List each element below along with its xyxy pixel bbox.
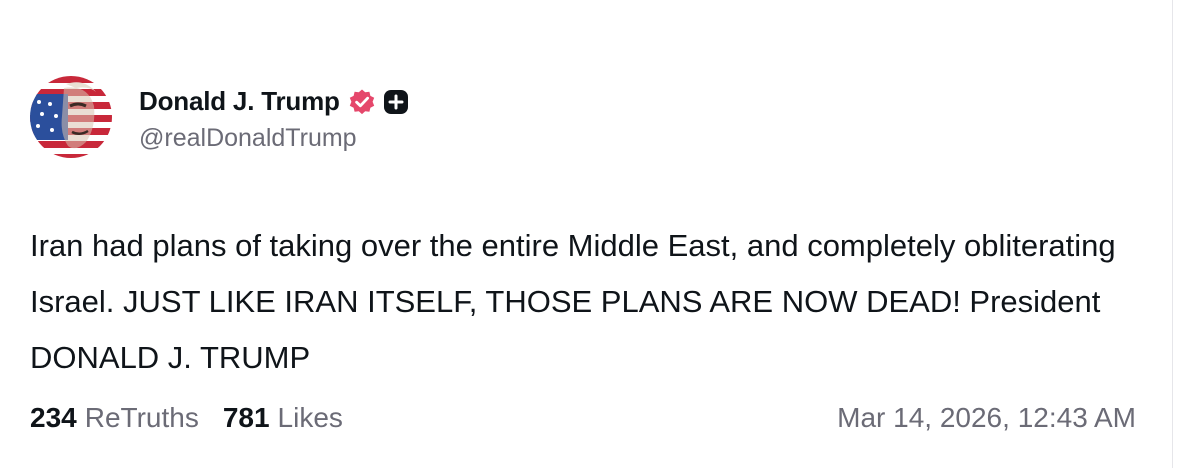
likes-count: 781: [222, 402, 270, 433]
verified-badge-icon: [348, 88, 376, 116]
author-display-name[interactable]: Donald J. Trump: [139, 86, 340, 117]
author-names: Donald J. Trump @realDonaldTrump: [139, 82, 410, 153]
post-footer: 234 ReTruths 781 Likes Mar 14, 2026, 12:…: [30, 396, 1136, 440]
retruths-label: ReTruths: [84, 402, 199, 433]
post-header: Donald J. Trump @realDonaldTrump: [30, 76, 410, 158]
retruths-stat[interactable]: 234 ReTruths: [30, 402, 199, 434]
post-stats: 234 ReTruths 781 Likes: [30, 402, 367, 434]
retruths-count: 234: [30, 402, 77, 433]
post-timestamp[interactable]: Mar 14, 2026, 12:43 AM: [837, 402, 1136, 434]
author-handle[interactable]: @realDonaldTrump: [139, 124, 410, 153]
likes-label: Likes: [277, 402, 343, 433]
avatar[interactable]: [30, 76, 112, 158]
name-row: Donald J. Trump: [139, 82, 410, 122]
post-body-text: Iran had plans of taking over the entire…: [30, 228, 1116, 375]
avatar-image: [30, 76, 112, 158]
post-card: Donald J. Trump @realDonaldTrump Iran ha…: [0, 0, 1173, 468]
likes-stat[interactable]: 781 Likes: [223, 402, 343, 434]
plus-badge-icon: [382, 88, 410, 116]
